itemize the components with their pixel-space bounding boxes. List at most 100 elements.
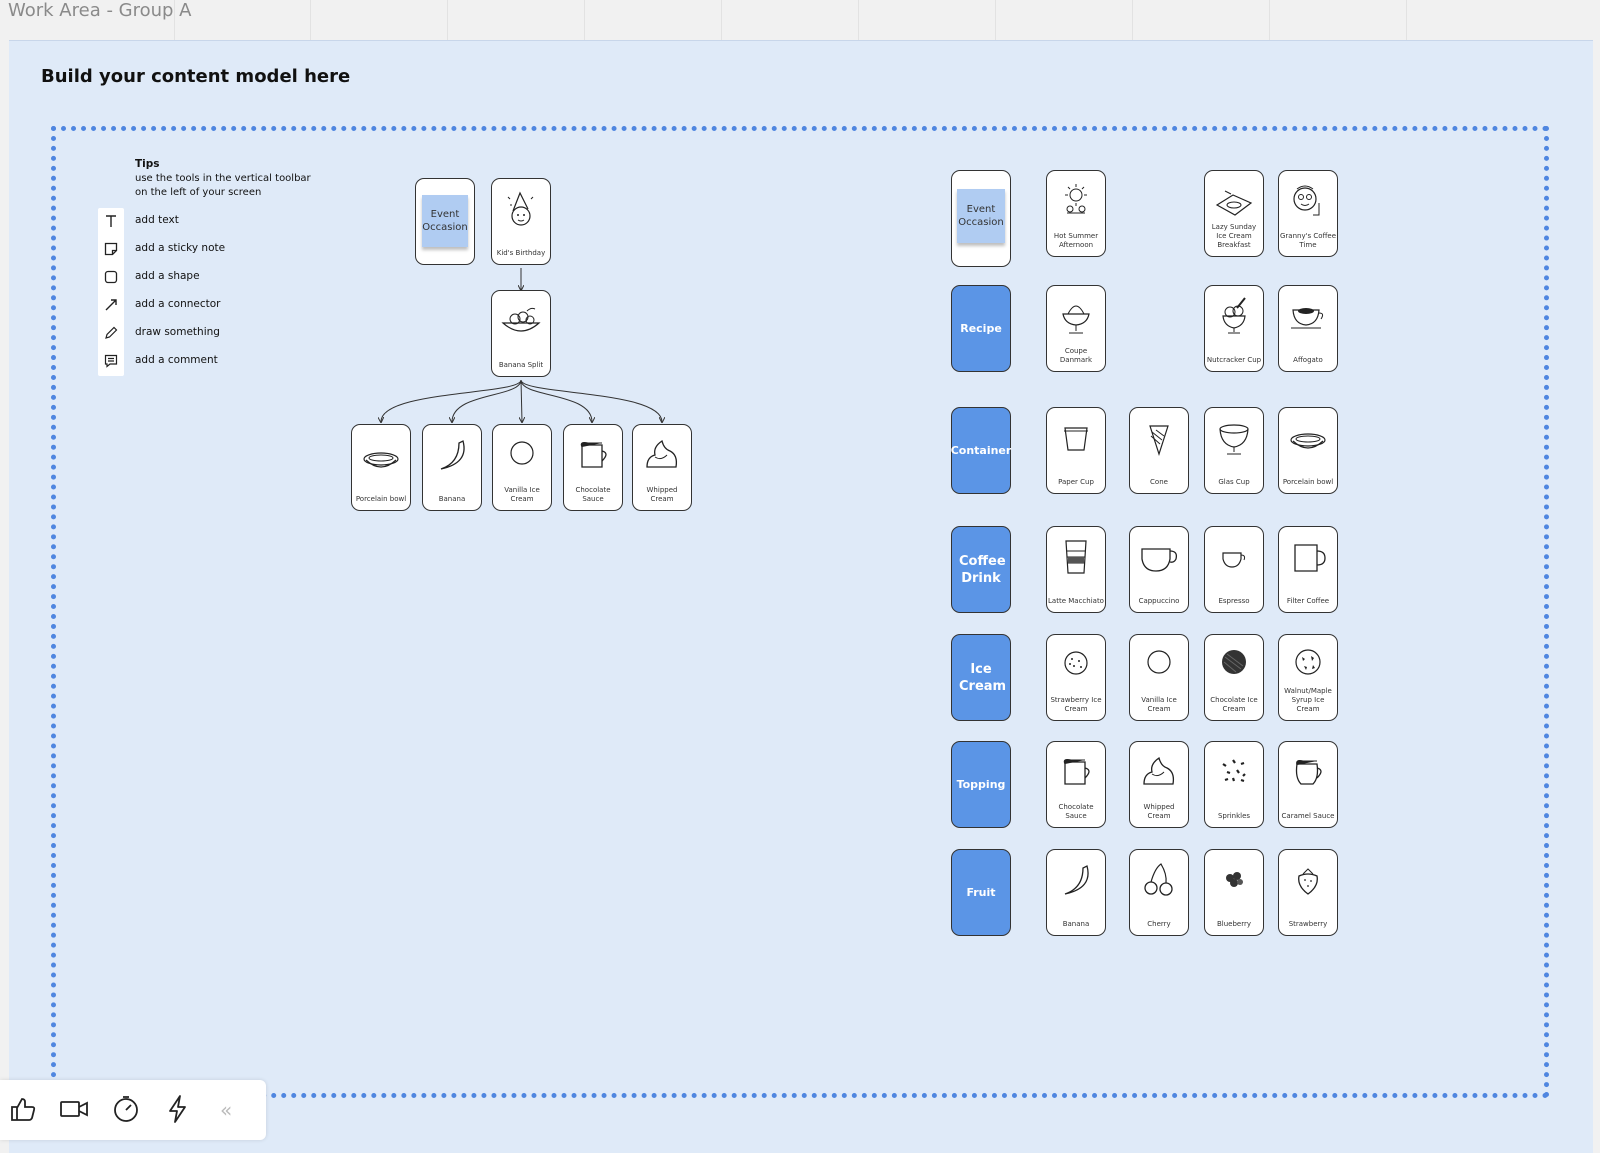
banana-icon xyxy=(1064,865,1089,895)
tips-title: Tips xyxy=(135,158,160,170)
event-occasion-card[interactable]: Event Occasion xyxy=(415,178,475,265)
tips-description: use the tools in the vertical toolbar on… xyxy=(135,173,311,198)
card-label: Vanilla Ice Cream xyxy=(504,486,540,503)
card-label: Nutcracker Cup xyxy=(1206,356,1262,364)
icecream-walnut-maple-card[interactable]: Walnut/Maple Syrup Ice Cream xyxy=(1278,634,1338,721)
icecream-strawberry-card[interactable]: Strawberry Ice Cream xyxy=(1046,634,1106,721)
model-event-occasion-card[interactable]: Event Occasion xyxy=(951,170,1011,267)
breakfast-tray-icon xyxy=(1215,190,1253,216)
tree-porcelain-bowl-card[interactable]: Porcelain bowl xyxy=(351,424,411,511)
tip-add-sticky: add a sticky note xyxy=(98,236,298,264)
card-label: Lazy Sunday Ice Cream Breakfast xyxy=(1211,223,1257,249)
sundae-glass-icon xyxy=(1222,297,1246,334)
tip-label: add a sticky note xyxy=(135,242,226,254)
mug-icon xyxy=(1294,544,1326,572)
latte-glass-icon xyxy=(1065,540,1087,574)
caramel-jug-icon xyxy=(1295,760,1322,785)
topping-chocolate-sauce-card[interactable]: Chocolate Sauce xyxy=(1046,741,1106,828)
tip-label: add a comment xyxy=(135,354,218,366)
tree-vanilla-ice-cream-card[interactable]: Vanilla Ice Cream xyxy=(492,424,552,511)
recipe-nutcracker-cup-card[interactable]: Nutcracker Cup xyxy=(1204,285,1264,372)
card-label: Espresso xyxy=(1218,597,1250,605)
card-label: Granny's Coffee Time xyxy=(1280,232,1337,249)
fruit-blueberry-card[interactable]: Blueberry xyxy=(1204,849,1264,936)
container-cone-card[interactable]: Cone xyxy=(1129,407,1189,494)
tip-add-shape: add a shape xyxy=(98,264,298,292)
card-label: Chocolate Sauce xyxy=(1058,803,1094,820)
coffee-latte-macchiato-card[interactable]: Latte Macchiato xyxy=(1046,526,1106,613)
cappuccino-cup-icon xyxy=(1141,548,1178,572)
fruit-banana-card[interactable]: Banana xyxy=(1046,849,1106,936)
coffee-filter-coffee-card[interactable]: Filter Coffee xyxy=(1278,526,1338,613)
card-label: Paper Cup xyxy=(1058,478,1094,486)
coffee-cappuccino-card[interactable]: Cappuccino xyxy=(1129,526,1189,613)
topping-caramel-sauce-card[interactable]: Caramel Sauce xyxy=(1278,741,1338,828)
container-porcelain-bowl-card[interactable]: Porcelain bowl xyxy=(1278,407,1338,494)
category-ice-cream[interactable]: Ice Cream xyxy=(951,634,1011,721)
tree-chocolate-sauce-card[interactable]: Chocolate Sauce xyxy=(563,424,623,511)
card-label: Hot Summer Afternoon xyxy=(1053,232,1099,249)
category-topping[interactable]: Topping xyxy=(951,741,1011,828)
porcelain-bowl-icon xyxy=(1290,433,1326,449)
text-icon xyxy=(106,215,116,227)
icecream-chocolate-card[interactable]: Chocolate Ice Cream xyxy=(1204,634,1264,721)
timer-icon[interactable] xyxy=(111,1094,141,1124)
container-glas-cup-card[interactable]: Glas Cup xyxy=(1204,407,1264,494)
card-label: Glas Cup xyxy=(1218,478,1250,486)
card-label: Banana xyxy=(1062,920,1090,928)
video-camera-icon[interactable] xyxy=(59,1094,89,1124)
card-label: Cappuccino xyxy=(1138,597,1180,605)
collapse-icon[interactable]: « xyxy=(220,1098,232,1122)
thumbs-up-icon[interactable] xyxy=(8,1094,38,1124)
fruit-strawberry-card[interactable]: Strawberry xyxy=(1278,849,1338,936)
fruit-cherry-card[interactable]: Cherry xyxy=(1129,849,1189,936)
canvas-title: Work Area - Group A xyxy=(8,0,192,21)
sun-icon xyxy=(1065,184,1087,214)
card-label: Filter Coffee xyxy=(1286,597,1330,605)
tree-banana-card[interactable]: Banana xyxy=(422,424,482,511)
recipe-affogato-card[interactable]: Affogato xyxy=(1278,285,1338,372)
category-fruit[interactable]: Fruit xyxy=(951,849,1011,936)
card-label: Caramel Sauce xyxy=(1281,812,1335,820)
category-label: Coffee Drink xyxy=(959,553,1006,586)
card-label: Banana Split xyxy=(498,361,544,369)
tree-whipped-cream-card[interactable]: Whipped Cream xyxy=(632,424,692,511)
card-label: Strawberry xyxy=(1288,920,1328,928)
card-label: Chocolate Sauce xyxy=(575,486,611,503)
card-label: Porcelain bowl xyxy=(1282,478,1334,486)
cherry-icon xyxy=(1144,863,1173,896)
event-occasion-sticky[interactable]: Event Occasion xyxy=(422,195,468,247)
card-label: Porcelain bowl xyxy=(355,495,407,503)
topping-whipped-cream-card[interactable]: Whipped Cream xyxy=(1129,741,1189,828)
event-hot-summer-card[interactable]: Hot Summer Afternoon xyxy=(1046,170,1106,257)
coupe-glass-icon xyxy=(1062,305,1090,334)
topping-sprinkles-card[interactable]: Sprinkles xyxy=(1204,741,1264,828)
lightning-icon[interactable] xyxy=(163,1094,193,1124)
porcelain-bowl-icon xyxy=(363,452,399,468)
event-grannys-coffee-card[interactable]: Granny's Coffee Time xyxy=(1278,170,1338,257)
coffee-espresso-card[interactable]: Espresso xyxy=(1204,526,1264,613)
recipe-coupe-danmark-card[interactable]: Coupe Danmark xyxy=(1046,285,1106,372)
card-label: Cone xyxy=(1150,478,1168,486)
card-label: Whipped Cream xyxy=(1143,803,1175,820)
affogato-cup-icon xyxy=(1291,308,1324,329)
category-coffee-drink[interactable]: Coffee Drink xyxy=(951,526,1011,613)
walnut-scoop-icon xyxy=(1295,649,1321,675)
card-label: Latte Macchiato xyxy=(1048,597,1104,605)
shape-icon xyxy=(104,270,118,284)
category-recipe[interactable]: Recipe xyxy=(951,285,1011,372)
banana-split-card[interactable]: Banana Split xyxy=(491,290,551,377)
sprinkles-icon xyxy=(1222,759,1246,783)
card-label: Kid's Birthday xyxy=(496,249,546,257)
icecream-vanilla-card[interactable]: Vanilla Ice Cream xyxy=(1129,634,1189,721)
category-container[interactable]: Container xyxy=(951,407,1011,494)
event-lazy-sunday-card[interactable]: Lazy Sunday Ice Cream Breakfast xyxy=(1204,170,1264,257)
model-event-occasion-sticky[interactable]: Event Occasion xyxy=(957,189,1005,243)
frame-title: Build your content model here xyxy=(41,66,351,87)
tip-add-text: add text xyxy=(98,208,298,236)
sauce-jug-icon xyxy=(1063,759,1090,785)
card-label: Walnut/Maple Syrup Ice Cream xyxy=(1284,687,1332,713)
card-label: Vanilla Ice Cream xyxy=(1141,696,1177,713)
kids-birthday-card[interactable]: Kid's Birthday xyxy=(491,178,551,265)
container-paper-cup-card[interactable]: Paper Cup xyxy=(1046,407,1106,494)
